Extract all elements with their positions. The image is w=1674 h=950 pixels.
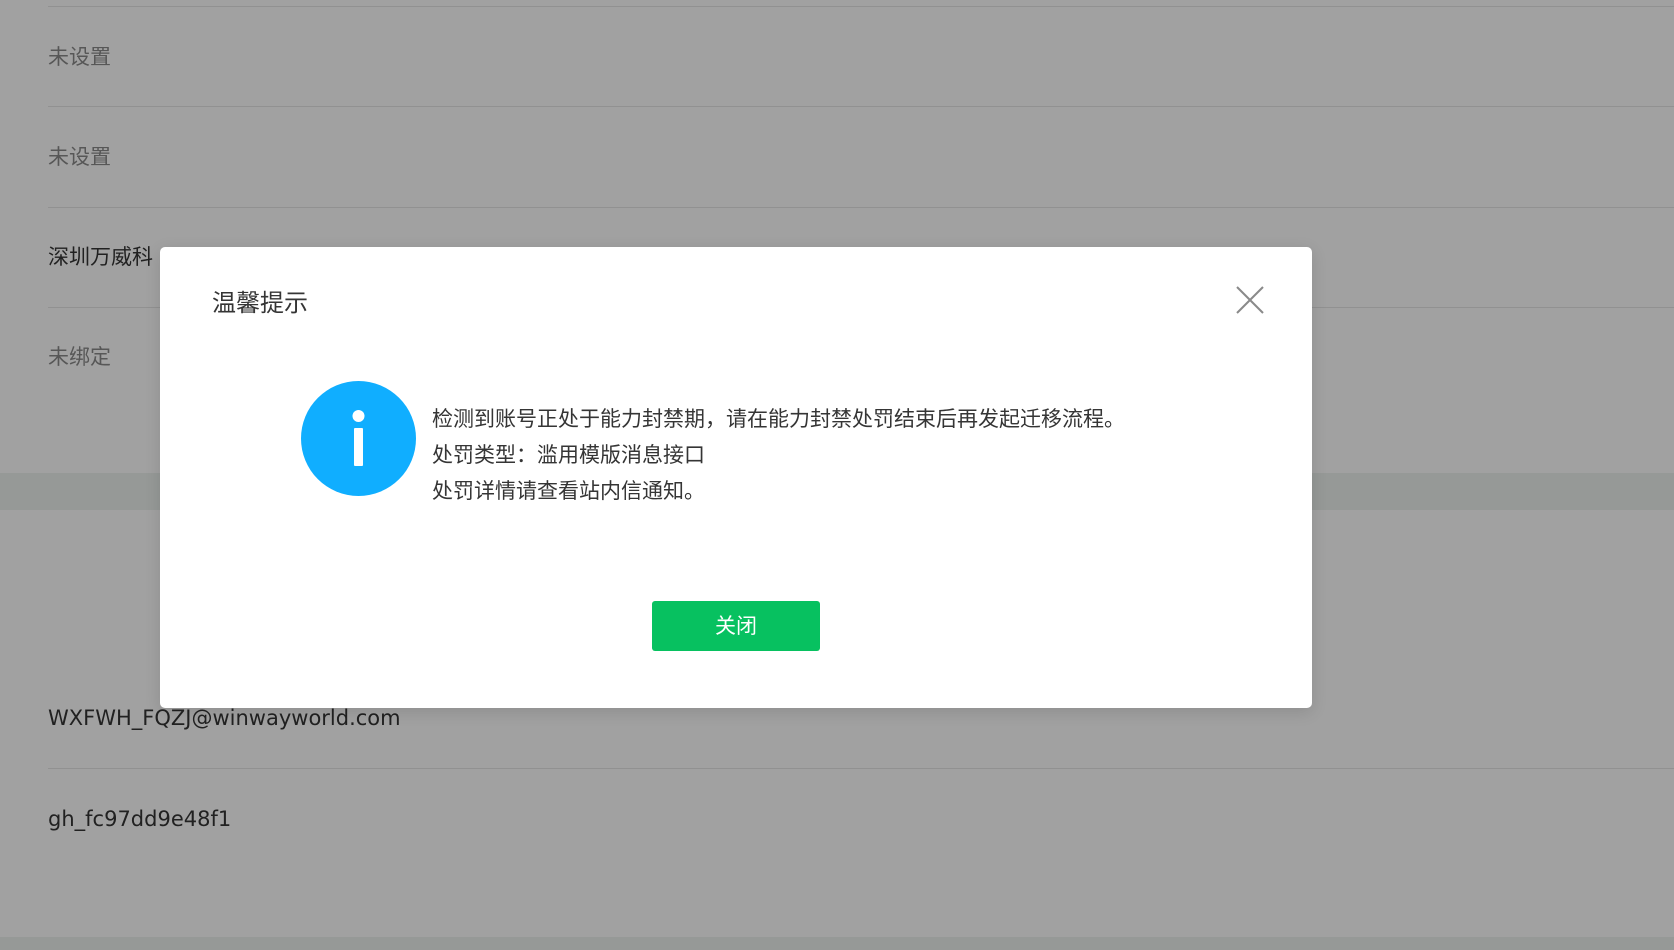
- message-line: 处罚类型：滥用模版消息接口: [432, 443, 705, 467]
- message-line: 处罚详情请查看站内信通知。: [432, 479, 705, 503]
- dialog-title: 温馨提示: [212, 289, 308, 317]
- settings-page: 未设置 未设置 深圳万威科 未绑定 WXFWH_FQZJ@winwayworld…: [0, 0, 1674, 950]
- info-icon: [301, 381, 416, 496]
- close-icon[interactable]: [1234, 284, 1266, 316]
- close-button[interactable]: 关闭: [652, 601, 820, 651]
- notice-dialog: 温馨提示 检测到账号正处于能力封禁期，请在能力封禁处罚结束后再发起迁移流程。 处…: [160, 247, 1312, 708]
- dialog-message: 检测到账号正处于能力封禁期，请在能力封禁处罚结束后再发起迁移流程。 处罚类型：滥…: [432, 401, 1252, 509]
- message-line: 检测到账号正处于能力封禁期，请在能力封禁处罚结束后再发起迁移流程。: [432, 407, 1125, 431]
- close-icon-glyph: [1236, 286, 1264, 314]
